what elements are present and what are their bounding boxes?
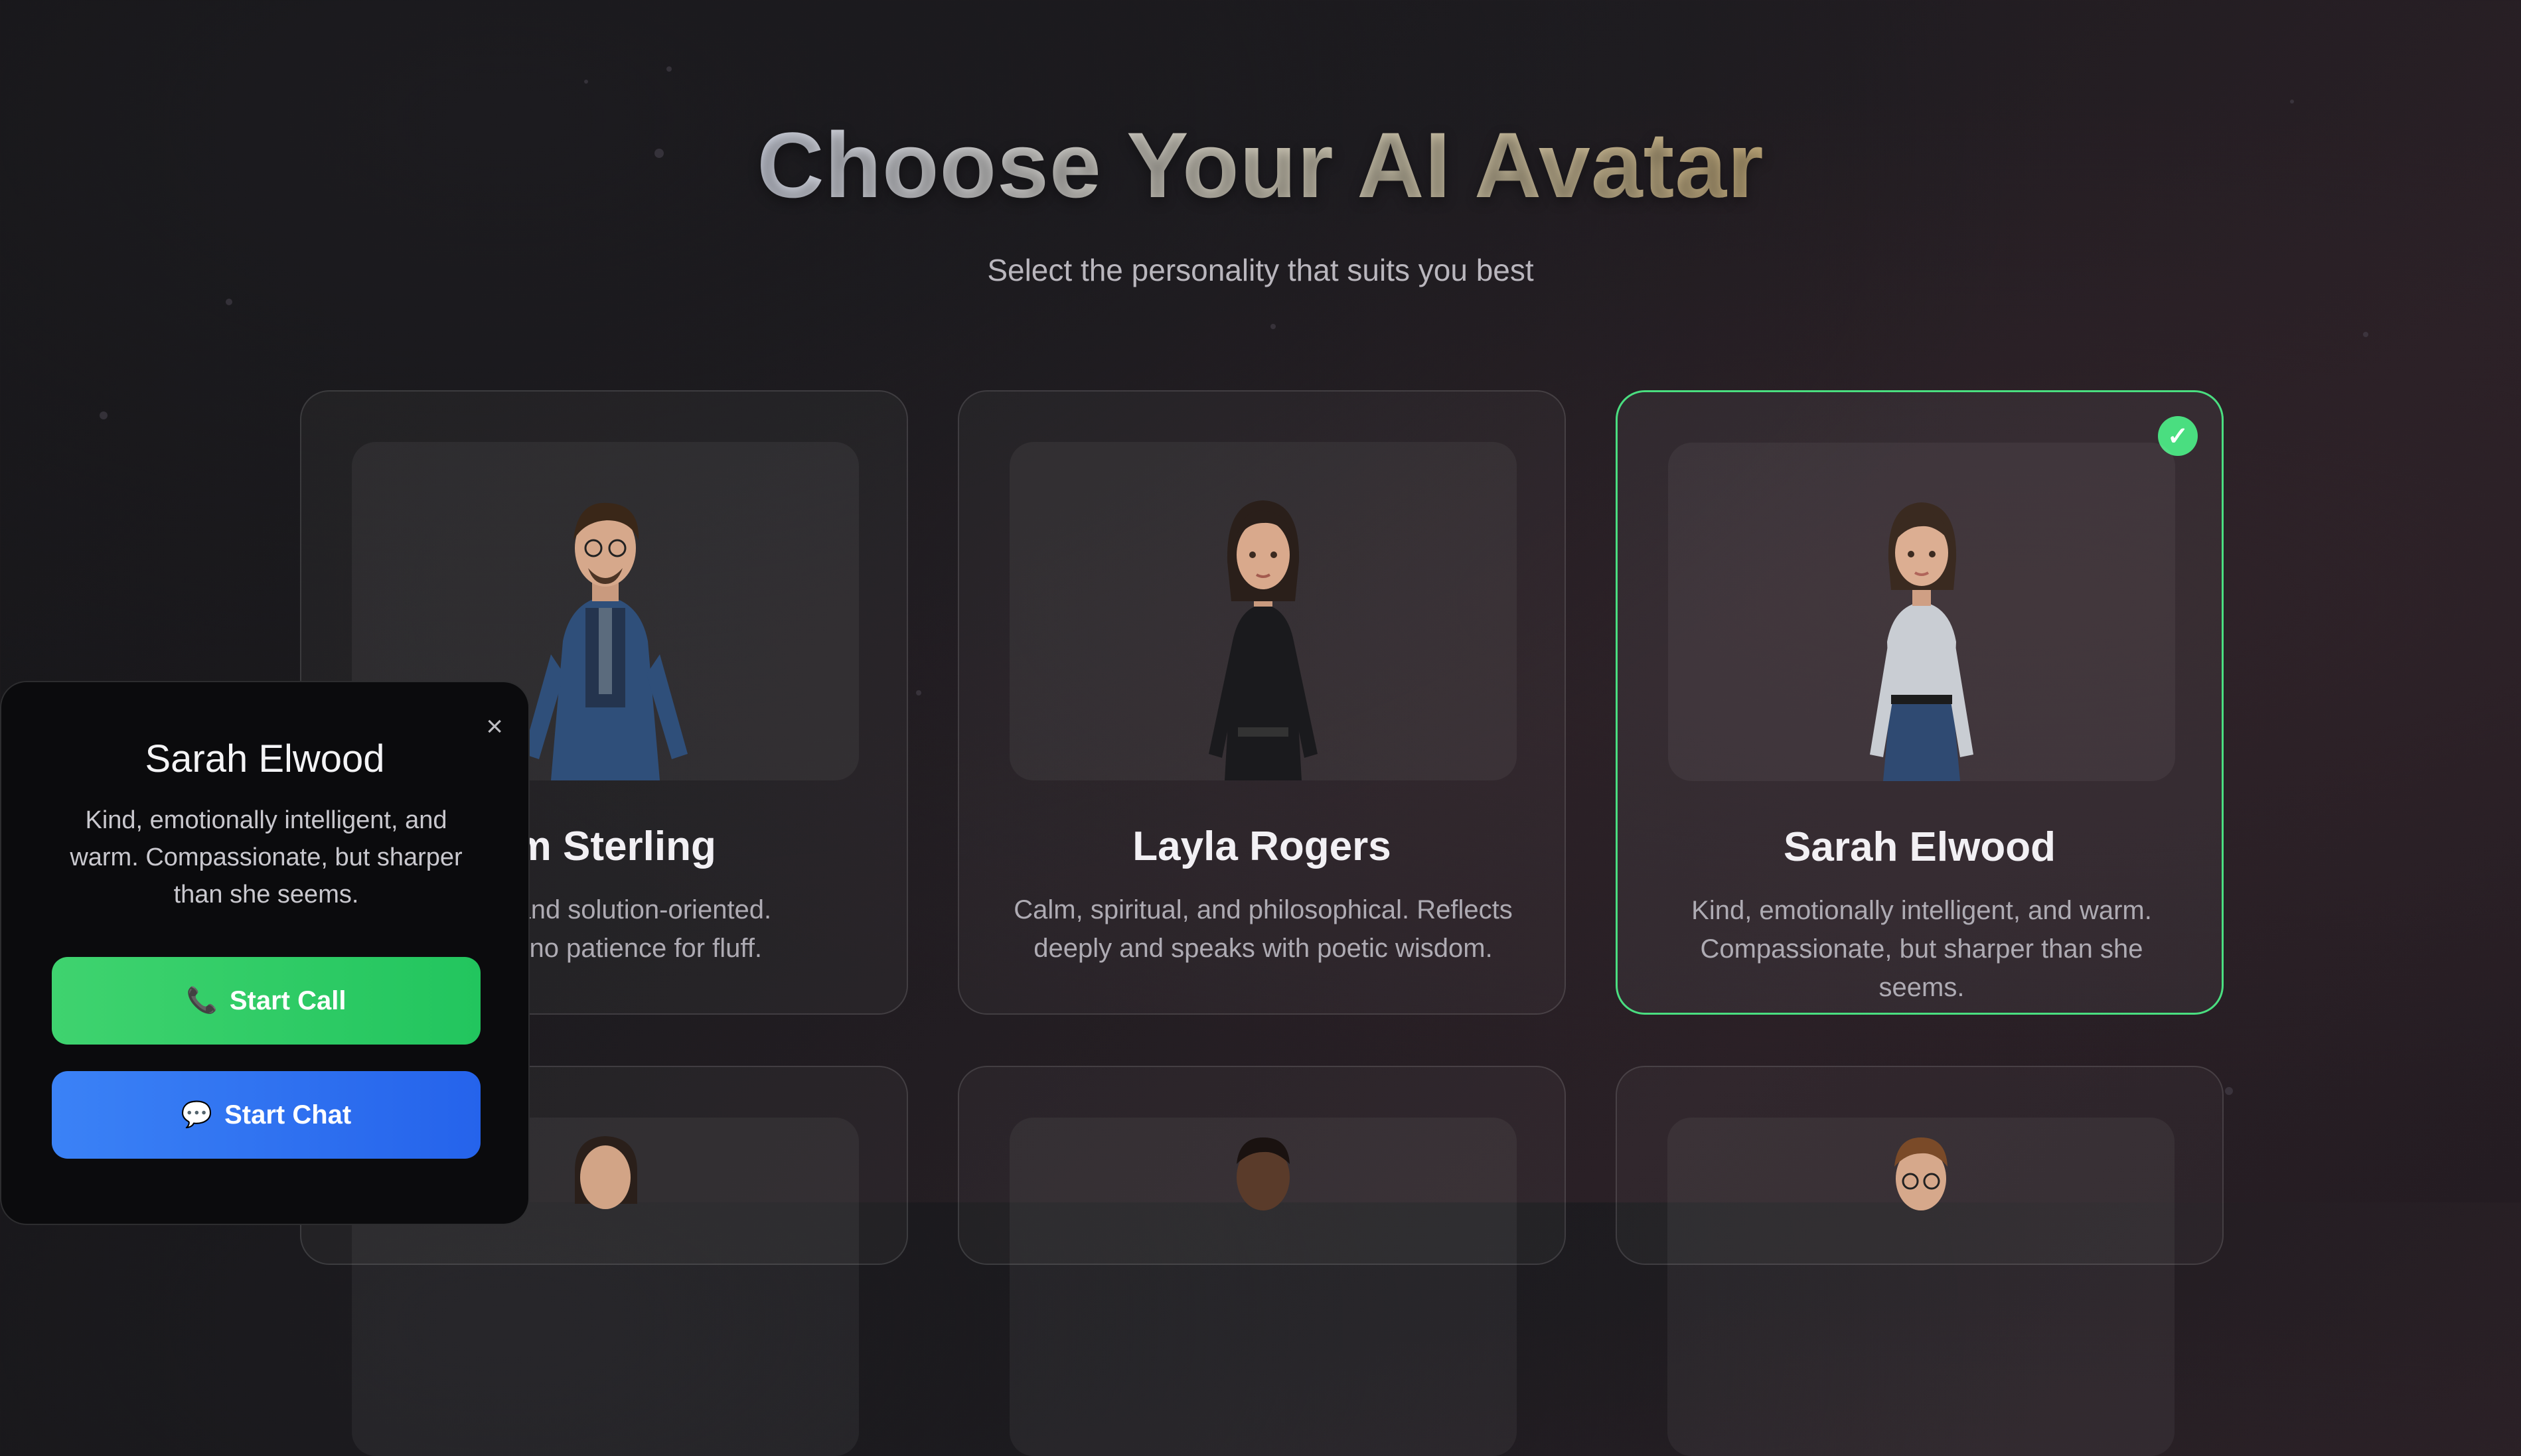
particle: [1270, 324, 1276, 329]
particle: [666, 66, 672, 72]
avatar-portrait: [1010, 1118, 1517, 1456]
avatar-detail-popup: × Sarah Elwood Kind, emotionally intelli…: [0, 681, 530, 1225]
avatar-card[interactable]: [958, 1066, 1566, 1456]
page-subtitle: Select the personality that suits you be…: [987, 253, 1534, 287]
avatar-card-layla[interactable]: Layla Rogers Calm, spiritual, and philos…: [958, 390, 1566, 1015]
particle: [100, 411, 108, 419]
popup-avatar-description: Kind, emotionally intelligent, and warm.…: [70, 806, 463, 909]
avatar-figure-woman-sweater: [1870, 502, 1973, 781]
particle: [2225, 1087, 2233, 1095]
avatar-figure: [1237, 1137, 1290, 1210]
start-chat-label: Start Chat: [224, 1100, 352, 1129]
phone-icon: 📞: [186, 987, 218, 1015]
avatar-description: Calm, spiritual, and philosophical. Refl…: [1014, 895, 1513, 963]
avatar-name: Layla Rogers: [1132, 824, 1391, 869]
particle: [584, 80, 588, 84]
particle: [916, 690, 921, 695]
page-title: Choose Your AI Avatar: [0, 111, 2521, 219]
avatar-description: Kind, emotionally intelligent, and warm.…: [1691, 896, 2152, 1002]
avatar-portrait: [1667, 1118, 2175, 1456]
avatar-card-sarah[interactable]: ✓ Sarah Elwood Kind, emotionally intelli…: [1616, 390, 2224, 1015]
particle: [226, 299, 232, 305]
particle: [2290, 100, 2294, 104]
start-chat-button[interactable]: 💬 Start Chat: [52, 1071, 481, 1159]
avatar-figure: [1894, 1137, 1948, 1210]
avatar-portrait: [1010, 442, 1517, 780]
start-call-button[interactable]: 📞 Start Call: [52, 957, 481, 1045]
popup-avatar-name: Sarah Elwood: [145, 737, 385, 780]
avatar-portrait: [1668, 443, 2175, 781]
avatar-figure-woman-black: [1209, 500, 1318, 780]
start-call-label: Start Call: [229, 985, 346, 1015]
particle: [2363, 332, 2368, 337]
avatar-card[interactable]: [1616, 1066, 2224, 1456]
avatar-name: Sarah Elwood: [1784, 824, 2056, 870]
chat-bubble-icon: 💬: [181, 1101, 213, 1129]
